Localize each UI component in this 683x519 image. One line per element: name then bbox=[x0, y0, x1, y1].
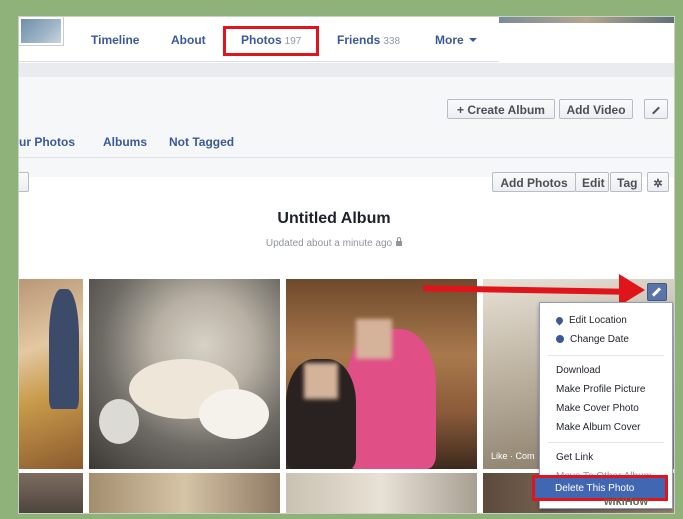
tab-more-label: More bbox=[435, 33, 464, 47]
tab-friends-count: 338 bbox=[383, 36, 401, 47]
album-updated-text: Updated about a minute ago bbox=[265, 238, 393, 249]
photo-edit-pencil-button[interactable] bbox=[647, 283, 667, 301]
pencil-icon bbox=[652, 106, 660, 115]
tab-timeline-label: Timeline bbox=[91, 33, 140, 47]
menu-change-date[interactable]: Change Date bbox=[556, 334, 629, 345]
menu-make-cover-photo[interactable]: Make Cover Photo bbox=[556, 403, 639, 414]
chevron-down-icon bbox=[468, 38, 477, 42]
menu-get-link[interactable]: Get Link bbox=[556, 452, 593, 463]
album-photo-6[interactable] bbox=[89, 473, 280, 513]
album-updated: Updated about a minute ago bbox=[169, 237, 499, 249]
tab-about[interactable]: About bbox=[171, 33, 206, 53]
album-title: Untitled Album bbox=[277, 210, 391, 227]
subtab-albums[interactable]: Albums bbox=[103, 135, 147, 149]
clock-icon bbox=[556, 335, 564, 343]
back-button[interactable] bbox=[19, 172, 29, 192]
cover-photo-strip bbox=[499, 17, 674, 23]
subtab-not-tagged[interactable]: Not Tagged bbox=[169, 135, 234, 149]
album-photo-5[interactable] bbox=[19, 473, 83, 513]
tag-album-button[interactable]: Tag bbox=[610, 172, 642, 192]
menu-make-album-cover[interactable]: Make Album Cover bbox=[556, 422, 640, 433]
menu-make-profile-picture[interactable]: Make Profile Picture bbox=[556, 384, 645, 395]
add-photos-button[interactable]: Add Photos bbox=[492, 172, 576, 192]
menu-separator bbox=[548, 355, 664, 356]
photos-header-area bbox=[19, 77, 674, 177]
photos-tab-highlight bbox=[223, 26, 319, 56]
photo-cup-2 bbox=[99, 399, 139, 444]
subtab-your-photos[interactable]: ur Photos bbox=[19, 135, 75, 149]
menu-separator-2 bbox=[548, 442, 664, 443]
photo-figure bbox=[49, 289, 79, 409]
album-photo-3[interactable] bbox=[286, 279, 477, 469]
tab-more[interactable]: More bbox=[435, 33, 477, 53]
tab-friends-label: Friends bbox=[337, 33, 381, 47]
tab-timeline[interactable]: Timeline bbox=[91, 33, 139, 53]
edit-album-button[interactable]: Edit bbox=[575, 172, 609, 192]
screenshot-frame: Timeline About Photos 197 Friends 338 More… bbox=[18, 16, 675, 514]
blurred-face bbox=[356, 319, 392, 359]
header-divider bbox=[19, 157, 674, 158]
tab-friends[interactable]: Friends 338 bbox=[337, 33, 400, 53]
pencil-edit-button[interactable] bbox=[644, 99, 668, 119]
album-photo-2[interactable] bbox=[89, 279, 280, 469]
wikihow-watermark: wikiHow bbox=[604, 496, 649, 508]
create-album-button[interactable]: + Create Album bbox=[447, 99, 555, 119]
menu-change-date-label: Change Date bbox=[570, 334, 629, 345]
blurred-face-2 bbox=[304, 363, 338, 399]
menu-edit-location[interactable]: Edit Location bbox=[554, 315, 627, 326]
menu-download[interactable]: Download bbox=[556, 365, 600, 376]
album-photo-1[interactable] bbox=[19, 279, 83, 469]
location-pin-icon bbox=[554, 315, 565, 326]
album-photo-7[interactable] bbox=[286, 473, 477, 513]
add-video-button[interactable]: Add Video bbox=[559, 99, 633, 119]
profile-thumbnail[interactable] bbox=[19, 17, 63, 45]
tab-about-label: About bbox=[171, 33, 206, 47]
menu-edit-location-label: Edit Location bbox=[569, 315, 627, 326]
settings-gear-button[interactable]: ✲ bbox=[647, 172, 669, 192]
photo-caption: Like · Com bbox=[491, 451, 535, 461]
gear-icon: ✲ bbox=[653, 178, 663, 190]
lock-icon bbox=[396, 237, 403, 246]
photo-cup bbox=[199, 389, 269, 439]
header-band bbox=[19, 63, 674, 77]
